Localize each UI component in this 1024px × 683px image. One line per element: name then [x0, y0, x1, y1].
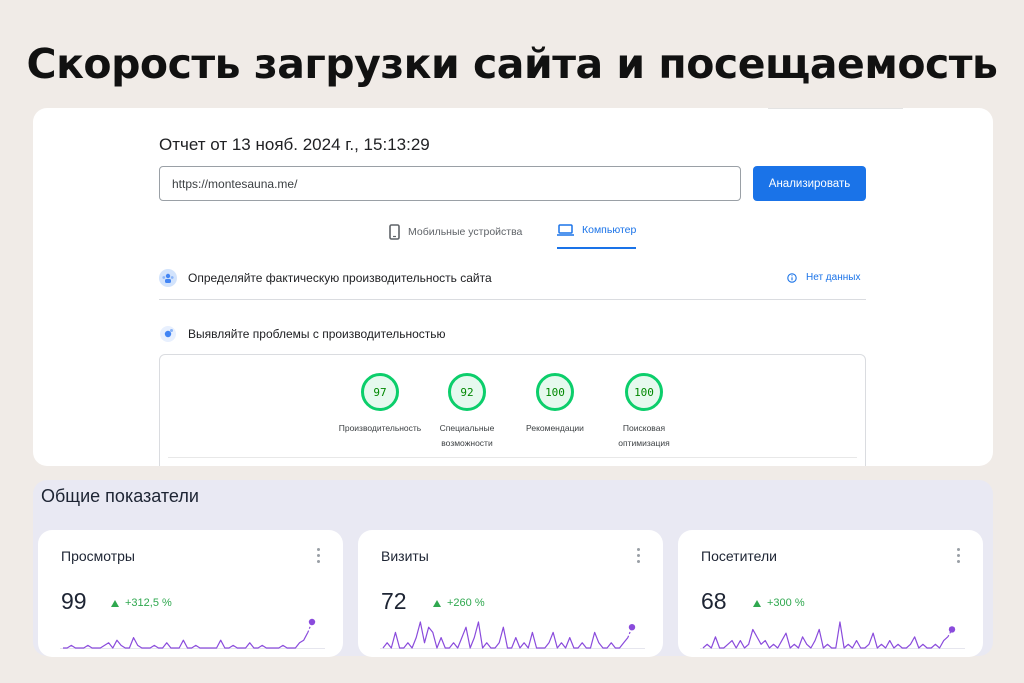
metric-delta: +300 % — [753, 597, 805, 609]
metric-title: Посетители — [701, 548, 777, 564]
no-data-label: Нет данных — [806, 272, 861, 283]
smartphone-icon — [389, 224, 400, 240]
pagespeed-report-panel: Отчет от 13 нояб. 2024 г., 15:13:29 http… — [33, 108, 993, 466]
metric-delta: +312,5 % — [111, 597, 172, 609]
metrics-section-title: Общие показатели — [41, 486, 199, 506]
lab-data-label: Выявляйте проблемы с производительностью — [188, 327, 446, 341]
no-data-status[interactable]: Нет данных — [787, 272, 860, 283]
metric-title: Просмотры — [61, 548, 135, 564]
sparkline-last-point — [308, 618, 316, 626]
page-headline: Скорость загрузки сайта и посещаемость — [26, 40, 999, 88]
sparkline-line — [382, 621, 629, 649]
trend-up-icon — [111, 599, 119, 607]
laptop-icon — [557, 224, 574, 236]
sparkline-last-point — [948, 626, 956, 633]
tab-mobile[interactable]: Мобильные устройства — [389, 224, 522, 240]
score-gauge: 100 — [536, 373, 574, 411]
tab-desktop[interactable]: Компьютер — [557, 224, 636, 236]
sparkline-line — [702, 621, 949, 649]
score-label: Специальные возможности — [439, 423, 495, 448]
score-label: Производительность — [338, 423, 422, 433]
analyze-button[interactable]: Анализировать — [753, 166, 866, 201]
metric-value: 68 — [701, 588, 727, 614]
more-menu-icon[interactable] — [957, 548, 961, 563]
score-label: Рекомендации — [526, 423, 584, 433]
trend-up-icon — [753, 599, 761, 607]
info-icon — [787, 272, 797, 283]
score-gauge: 92 — [448, 373, 486, 411]
scores-divider — [168, 457, 857, 458]
score-accessibility[interactable]: 92 Специальные возможности — [422, 373, 512, 451]
score-label: Поисковая оптимизация — [618, 423, 670, 448]
field-data-section[interactable]: Определяйте фактическую производительнос… — [159, 269, 492, 287]
metric-value: 99 — [61, 588, 87, 614]
sparkline-line — [63, 632, 309, 649]
metric-value: 72 — [381, 588, 407, 614]
diagnostics-icon — [159, 325, 177, 343]
metric-title: Визиты — [381, 548, 429, 564]
trend-up-icon — [433, 599, 441, 607]
sparkline-last-point — [628, 624, 636, 631]
section-divider — [159, 299, 866, 300]
score-performance[interactable]: 97 Производительность — [335, 373, 425, 436]
metric-card-visitors[interactable]: Посетители 68 +300 % — [678, 530, 983, 657]
metric-card-views[interactable]: Просмотры 99 +312,5 % — [38, 530, 343, 657]
report-title: Отчет от 13 нояб. 2024 г., 15:13:29 — [159, 135, 430, 154]
metric-delta: +260 % — [433, 597, 485, 609]
tab-desktop-label: Компьютер — [582, 224, 637, 236]
sparkline-chart — [60, 618, 325, 649]
metric-delta-value: +300 % — [767, 597, 805, 609]
score-gauge: 97 — [361, 373, 399, 411]
score-best-practices[interactable]: 100 Рекомендации — [510, 373, 600, 436]
lab-data-section[interactable]: Выявляйте проблемы с производительностью — [159, 325, 446, 343]
metric-delta-value: +312,5 % — [125, 597, 172, 609]
score-gauge: 100 — [625, 373, 663, 411]
users-group-icon — [159, 269, 177, 287]
top-divider — [768, 108, 903, 109]
tab-mobile-label: Мобильные устройства — [408, 226, 523, 238]
active-tab-indicator — [557, 247, 636, 249]
field-data-label: Определяйте фактическую производительнос… — [188, 271, 492, 285]
metric-card-visits[interactable]: Визиты 72 +260 % — [358, 530, 663, 657]
sparkline-chart — [380, 621, 645, 649]
score-seo[interactable]: 100 Поисковая оптимизация — [599, 373, 689, 451]
metric-delta-value: +260 % — [447, 597, 485, 609]
metrics-panel: Общие показатели Просмотры 99 +312,5 % В… — [33, 480, 993, 657]
more-menu-icon[interactable] — [317, 548, 321, 563]
url-input[interactable]: https://montesauna.me/ — [159, 166, 741, 201]
more-menu-icon[interactable] — [637, 548, 641, 563]
sparkline-chart — [700, 621, 965, 649]
scores-card: 97 Производительность 92 Специальные воз… — [159, 354, 866, 466]
